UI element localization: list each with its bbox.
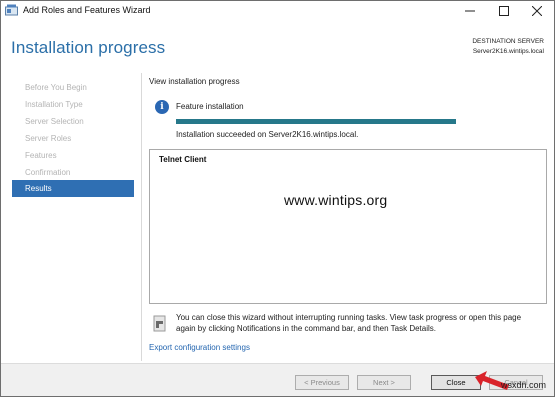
sidebar-item-server-roles[interactable]: Server Roles: [12, 130, 134, 147]
window-title: Add Roles and Features Wizard: [23, 5, 151, 15]
info-icon: i: [155, 100, 169, 114]
close-wizard-note: You can close this wizard without interr…: [176, 313, 522, 333]
wizard-header: Installation progress DESTINATION SERVER…: [1, 21, 554, 73]
installation-status-text: Installation succeeded on Server2K16.win…: [176, 130, 359, 139]
export-configuration-link[interactable]: Export configuration settings: [149, 343, 250, 352]
close-icon: [531, 5, 543, 17]
minimize-button[interactable]: [453, 1, 487, 21]
sidebar-item-results[interactable]: Results: [12, 180, 134, 197]
maximize-button[interactable]: [487, 1, 521, 21]
title-bar: Add Roles and Features Wizard: [1, 1, 554, 21]
list-item: Telnet Client: [159, 155, 207, 164]
close-window-button[interactable]: [520, 1, 554, 21]
sidebar-item-installation-type[interactable]: Installation Type: [12, 96, 134, 113]
minimize-icon: [465, 10, 475, 12]
progress-bar-fill: [176, 119, 456, 124]
maximize-icon: [499, 6, 509, 16]
destination-server-name: Server2K16.wintips.local: [472, 48, 544, 55]
sidebar-item-before-you-begin[interactable]: Before You Begin: [12, 79, 134, 96]
next-button[interactable]: Next >: [357, 375, 411, 390]
sidebar-item-server-selection[interactable]: Server Selection: [12, 113, 134, 130]
server-manager-icon: [5, 4, 18, 16]
watermark-text: www.wintips.org: [284, 192, 388, 208]
site-watermark: wsxdn.com: [501, 380, 547, 390]
flag-note-icon: [153, 315, 166, 332]
wizard-steps-sidebar: Before You Begin Installation Type Serve…: [1, 73, 141, 363]
results-list[interactable]: Telnet Client www.wintips.org: [149, 149, 547, 304]
previous-button[interactable]: < Previous: [295, 375, 349, 390]
sidebar-item-confirmation[interactable]: Confirmation: [12, 164, 134, 181]
installation-progress-bar: [176, 119, 456, 124]
page-title: Installation progress: [11, 38, 166, 57]
wizard-window: Add Roles and Features Wizard Installati…: [0, 0, 555, 397]
destination-server-label: DESTINATION SERVER: [472, 38, 544, 45]
sidebar-item-features[interactable]: Features: [12, 147, 134, 164]
feature-installation-label: Feature installation: [176, 102, 244, 111]
main-content: View installation progress i Feature ins…: [142, 73, 554, 363]
view-progress-label: View installation progress: [149, 77, 240, 86]
